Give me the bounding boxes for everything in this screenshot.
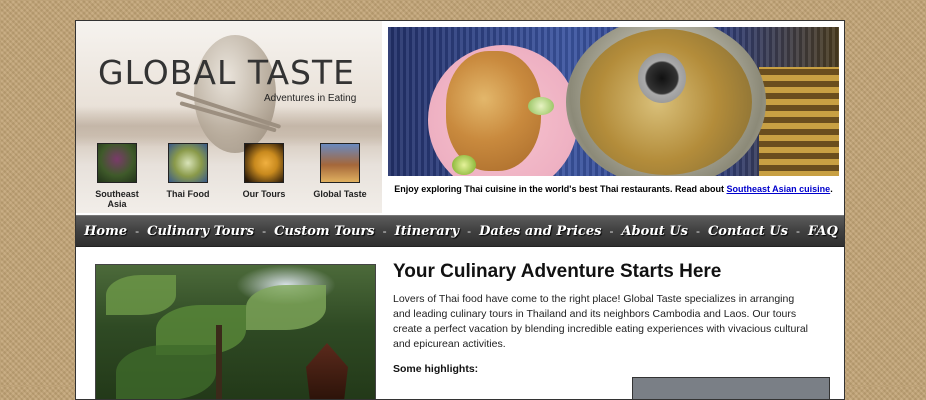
thai-food-image[interactable] xyxy=(168,143,208,183)
garden-leaf xyxy=(106,275,176,315)
nav-separator: - xyxy=(382,224,387,238)
hero-hotpot-chimney xyxy=(638,53,686,103)
thumb-southeast-asia[interactable]: Southeast Asia xyxy=(87,143,147,209)
thumb-label[interactable]: Thai Food xyxy=(158,189,218,199)
page-container: GLOBAL TASTE Adventures in Eating Southe… xyxy=(75,20,845,400)
thumb-our-tours[interactable]: Our Tours xyxy=(234,143,294,199)
hero-lime xyxy=(452,155,476,175)
caption-text: Enjoy exploring Thai cuisine in the worl… xyxy=(394,184,727,194)
intro-paragraph: Lovers of Thai food have come to the rig… xyxy=(393,293,808,350)
nav-separator: - xyxy=(135,224,140,238)
nav-dates-and-prices[interactable]: Dates and Prices xyxy=(479,224,601,239)
nav-separator: - xyxy=(695,224,700,238)
nav-home[interactable]: Home xyxy=(84,224,127,239)
hero-fried-rice xyxy=(446,51,541,171)
thumb-thai-food[interactable]: Thai Food xyxy=(158,143,218,199)
nav-itinerary[interactable]: Itinerary xyxy=(395,224,459,239)
thumb-label[interactable]: Our Tours xyxy=(234,189,294,199)
thumb-label[interactable]: Southeast Asia xyxy=(87,189,147,209)
garden-leaf xyxy=(246,285,326,330)
hero-cucumber xyxy=(528,97,554,115)
logo-tagline: Adventures in Eating xyxy=(264,93,357,104)
nav-separator: - xyxy=(609,224,614,238)
hero-basket xyxy=(759,67,839,176)
hero-caption: Enjoy exploring Thai cuisine in the worl… xyxy=(388,184,839,194)
garden-leaf xyxy=(116,345,216,399)
garden-photo xyxy=(95,264,376,399)
thumb-label[interactable]: Global Taste xyxy=(310,189,370,199)
southeast-asia-image[interactable] xyxy=(97,143,137,183)
nav-separator: - xyxy=(467,224,472,238)
nav-faq[interactable]: FAQ xyxy=(808,224,838,239)
garden-spirit-house xyxy=(306,343,348,399)
highlights-heading: Some highlights: xyxy=(393,363,479,375)
global-taste-image[interactable] xyxy=(320,143,360,183)
caption-suffix: . xyxy=(830,184,833,194)
our-tours-image[interactable] xyxy=(244,143,284,183)
main-nav: Home - Culinary Tours - Custom Tours - I… xyxy=(76,215,844,247)
nav-separator: - xyxy=(795,224,800,238)
nav-separator: - xyxy=(262,224,267,238)
page-title: Your Culinary Adventure Starts Here xyxy=(393,261,722,282)
highlight-photo xyxy=(632,377,830,399)
nav-custom-tours[interactable]: Custom Tours xyxy=(274,224,375,239)
thumb-global-taste[interactable]: Global Taste xyxy=(310,143,370,199)
nav-culinary-tours[interactable]: Culinary Tours xyxy=(147,224,254,239)
nav-about-us[interactable]: About Us xyxy=(621,224,688,239)
garden-trunk xyxy=(216,325,222,399)
logo-title: GLOBAL TASTE xyxy=(98,53,355,92)
thumbnail-nav: Southeast Asia Thai Food Our Tours Globa… xyxy=(76,143,382,213)
hero-photo xyxy=(388,27,839,176)
nav-contact-us[interactable]: Contact Us xyxy=(708,224,788,239)
site-logo[interactable]: GLOBAL TASTE Adventures in Eating Southe… xyxy=(76,21,382,213)
southeast-asian-cuisine-link[interactable]: Southeast Asian cuisine xyxy=(726,184,830,194)
